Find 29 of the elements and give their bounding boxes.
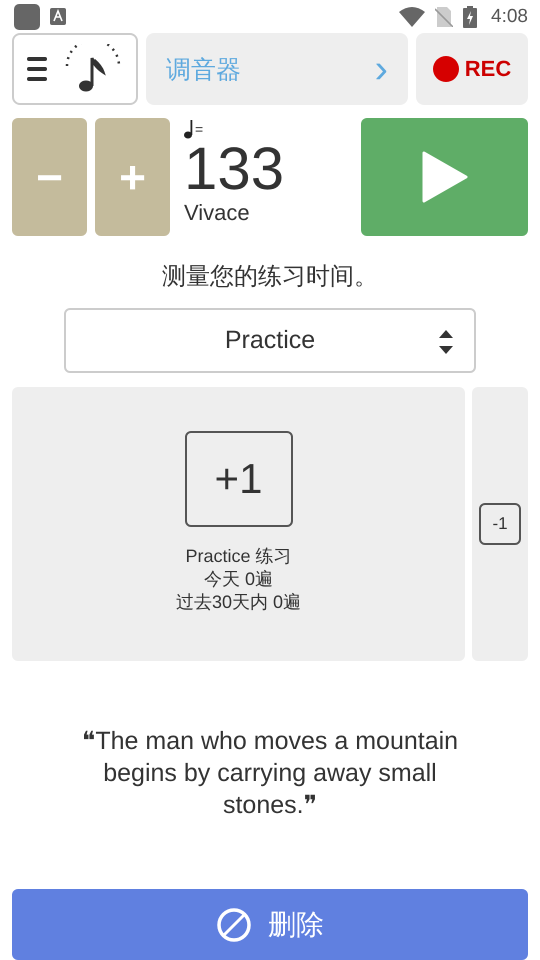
tempo-marking: Vivace xyxy=(184,200,251,226)
equals-sign: = xyxy=(195,121,204,138)
count-text: Practice 练习 xyxy=(185,544,292,568)
menu-button[interactable] xyxy=(12,33,138,106)
decrement-button[interactable]: -1 xyxy=(479,502,521,545)
sort-arrows-icon xyxy=(438,328,454,356)
play-button[interactable] xyxy=(361,118,528,236)
clock-time: 4:08 xyxy=(491,6,528,28)
count-text: 过去30天内 0遍 xyxy=(176,590,302,614)
quote-text: ❝The man who moves a mountain begins by carrying away small stones.❞ xyxy=(80,726,460,821)
metronome-note-icon xyxy=(63,44,123,94)
keyboard-icon xyxy=(50,8,66,26)
app-icon xyxy=(14,4,40,30)
quarter-note-icon xyxy=(184,119,194,140)
no-sim-icon xyxy=(435,6,454,27)
chevron-icon: › xyxy=(374,49,388,90)
remove-ads-button[interactable]: 删除 xyxy=(12,889,528,960)
no-ads-icon xyxy=(216,906,252,943)
battery-icon xyxy=(463,6,478,28)
tempo-value: 133 xyxy=(184,140,286,198)
record-button[interactable]: REC xyxy=(416,33,528,106)
record-icon xyxy=(432,56,459,82)
menu-icon xyxy=(27,56,47,82)
wifi-icon xyxy=(399,6,426,27)
count-text: 今天 0遍 xyxy=(204,568,273,591)
heading-text: 测量您的练习时间。 xyxy=(161,262,379,292)
activity-dropdown[interactable]: Practice xyxy=(64,308,476,373)
play-icon xyxy=(422,151,468,204)
increment-button[interactable]: +1 xyxy=(184,430,292,527)
